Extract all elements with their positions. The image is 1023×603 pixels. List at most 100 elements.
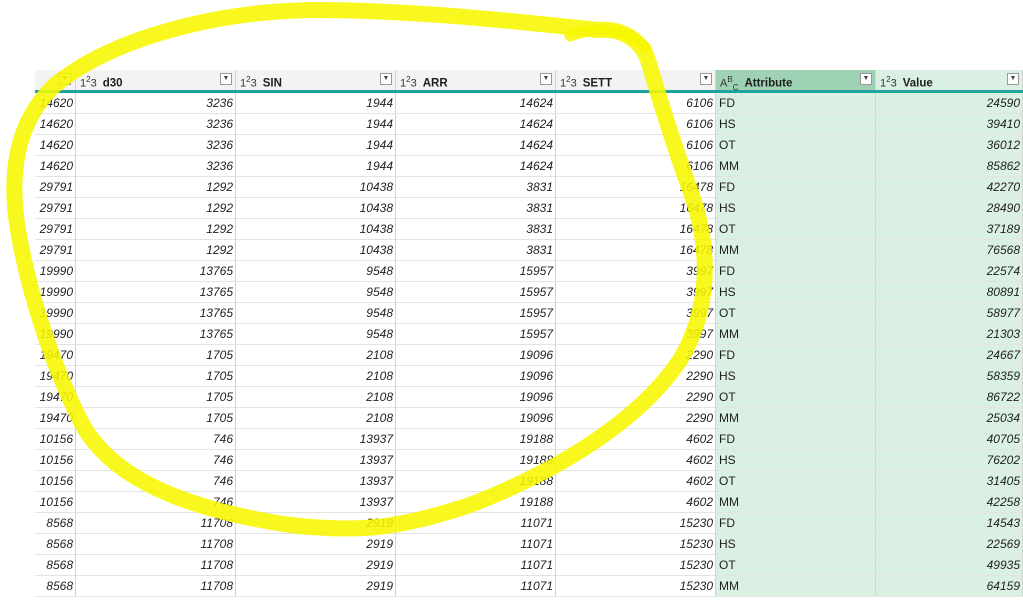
cell-d30[interactable]: 3236	[76, 93, 236, 114]
cell-attribute[interactable]: HS	[716, 114, 876, 135]
column-header-arr[interactable]: 123 ARR ▼	[396, 70, 556, 90]
column-header-blank[interactable]: ▼	[35, 70, 76, 90]
cell-attribute[interactable]: OT	[716, 387, 876, 408]
cell-arr[interactable]: 3831	[396, 198, 556, 219]
cell-sett[interactable]: 2290	[556, 387, 716, 408]
filter-dropdown-icon[interactable]: ▼	[59, 73, 71, 85]
cell-arr[interactable]: 19188	[396, 492, 556, 513]
cell-blank[interactable]: 19470	[35, 387, 76, 408]
cell-value[interactable]: 39410	[876, 114, 1023, 135]
cell-arr[interactable]: 3831	[396, 177, 556, 198]
cell-sin[interactable]: 2919	[236, 513, 396, 534]
cell-attribute[interactable]: FD	[716, 513, 876, 534]
cell-d30[interactable]: 3236	[76, 135, 236, 156]
filter-dropdown-icon[interactable]: ▼	[220, 73, 232, 85]
cell-blank[interactable]: 10156	[35, 429, 76, 450]
cell-value[interactable]: 36012	[876, 135, 1023, 156]
cell-blank[interactable]: 19470	[35, 345, 76, 366]
cell-attribute[interactable]: HS	[716, 198, 876, 219]
cell-attribute[interactable]: MM	[716, 156, 876, 177]
cell-blank[interactable]: 8568	[35, 576, 76, 597]
cell-sett[interactable]: 16478	[556, 219, 716, 240]
cell-blank[interactable]: 29791	[35, 219, 76, 240]
cell-blank[interactable]: 14620	[35, 156, 76, 177]
cell-d30[interactable]: 746	[76, 450, 236, 471]
cell-blank[interactable]: 29791	[35, 177, 76, 198]
cell-d30[interactable]: 746	[76, 429, 236, 450]
cell-arr[interactable]: 19096	[396, 387, 556, 408]
column-header-attribute[interactable]: ABC Attribute ▼	[716, 70, 876, 90]
cell-arr[interactable]: 19188	[396, 450, 556, 471]
cell-sin[interactable]: 13937	[236, 429, 396, 450]
cell-sett[interactable]: 15230	[556, 534, 716, 555]
cell-sin[interactable]: 13937	[236, 492, 396, 513]
filter-dropdown-icon[interactable]: ▼	[540, 73, 552, 85]
cell-sett[interactable]: 3997	[556, 324, 716, 345]
cell-arr[interactable]: 15957	[396, 282, 556, 303]
number-type-icon[interactable]: 123	[880, 70, 897, 90]
cell-sin[interactable]: 2919	[236, 555, 396, 576]
cell-value[interactable]: 76568	[876, 240, 1023, 261]
cell-sin[interactable]: 10438	[236, 240, 396, 261]
cell-attribute[interactable]: FD	[716, 345, 876, 366]
cell-d30[interactable]: 1292	[76, 198, 236, 219]
cell-attribute[interactable]: FD	[716, 261, 876, 282]
cell-attribute[interactable]: OT	[716, 219, 876, 240]
cell-sett[interactable]: 15230	[556, 576, 716, 597]
cell-blank[interactable]: 10156	[35, 492, 76, 513]
cell-sin[interactable]: 10438	[236, 198, 396, 219]
cell-arr[interactable]: 15957	[396, 324, 556, 345]
cell-attribute[interactable]: FD	[716, 93, 876, 114]
cell-blank[interactable]: 10156	[35, 450, 76, 471]
cell-sin[interactable]: 10438	[236, 219, 396, 240]
cell-value[interactable]: 22569	[876, 534, 1023, 555]
column-header-value[interactable]: 123 Value ▼	[876, 70, 1023, 90]
cell-arr[interactable]: 11071	[396, 534, 556, 555]
cell-arr[interactable]: 14624	[396, 135, 556, 156]
cell-value[interactable]: 80891	[876, 282, 1023, 303]
cell-blank[interactable]: 19990	[35, 324, 76, 345]
cell-arr[interactable]: 19188	[396, 471, 556, 492]
cell-arr[interactable]: 19096	[396, 345, 556, 366]
cell-attribute[interactable]: MM	[716, 324, 876, 345]
cell-blank[interactable]: 8568	[35, 534, 76, 555]
cell-blank[interactable]: 19470	[35, 366, 76, 387]
cell-blank[interactable]: 19990	[35, 303, 76, 324]
cell-attribute[interactable]: HS	[716, 534, 876, 555]
cell-blank[interactable]: 8568	[35, 555, 76, 576]
cell-d30[interactable]: 1292	[76, 219, 236, 240]
cell-d30[interactable]: 1705	[76, 408, 236, 429]
filter-dropdown-icon[interactable]: ▼	[860, 73, 872, 85]
cell-d30[interactable]: 13765	[76, 303, 236, 324]
filter-dropdown-icon[interactable]: ▼	[380, 73, 392, 85]
cell-blank[interactable]: 14620	[35, 135, 76, 156]
cell-value[interactable]: 58977	[876, 303, 1023, 324]
cell-attribute[interactable]: MM	[716, 576, 876, 597]
cell-sin[interactable]: 2919	[236, 576, 396, 597]
cell-sin[interactable]: 2108	[236, 366, 396, 387]
filter-dropdown-icon[interactable]: ▼	[700, 73, 712, 85]
cell-sett[interactable]: 3997	[556, 303, 716, 324]
cell-attribute[interactable]: HS	[716, 366, 876, 387]
cell-value[interactable]: 42258	[876, 492, 1023, 513]
cell-attribute[interactable]: OT	[716, 135, 876, 156]
cell-value[interactable]: 64159	[876, 576, 1023, 597]
cell-sin[interactable]: 9548	[236, 303, 396, 324]
cell-attribute[interactable]: HS	[716, 282, 876, 303]
cell-d30[interactable]: 13765	[76, 282, 236, 303]
cell-blank[interactable]: 29791	[35, 240, 76, 261]
cell-d30[interactable]: 1292	[76, 177, 236, 198]
cell-sin[interactable]: 2108	[236, 345, 396, 366]
cell-sett[interactable]: 16478	[556, 198, 716, 219]
cell-sin[interactable]: 2919	[236, 534, 396, 555]
cell-value[interactable]: 76202	[876, 450, 1023, 471]
cell-attribute[interactable]: HS	[716, 450, 876, 471]
column-header-d30[interactable]: 123 d30 ▼	[76, 70, 236, 90]
cell-attribute[interactable]: MM	[716, 408, 876, 429]
cell-arr[interactable]: 11071	[396, 513, 556, 534]
cell-d30[interactable]: 1292	[76, 240, 236, 261]
cell-d30[interactable]: 11708	[76, 576, 236, 597]
cell-d30[interactable]: 3236	[76, 156, 236, 177]
cell-blank[interactable]: 14620	[35, 93, 76, 114]
cell-d30[interactable]: 13765	[76, 261, 236, 282]
